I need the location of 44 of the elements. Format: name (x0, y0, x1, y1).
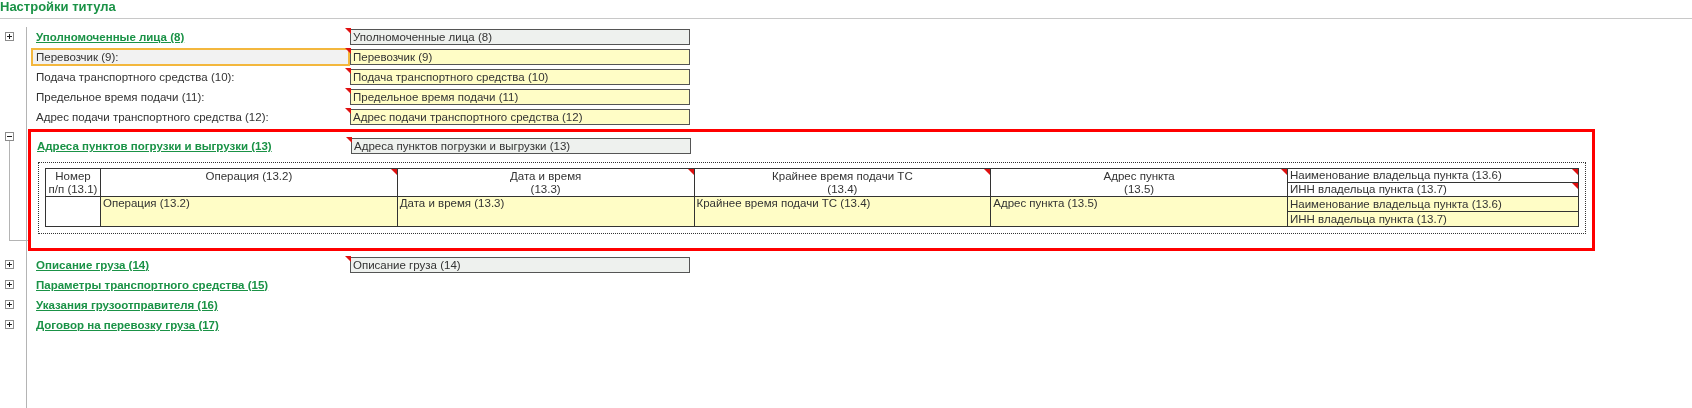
corner-mark-icon (687, 169, 694, 175)
corner-mark-icon (984, 169, 991, 175)
column-header: Номер п/п (13.1) (45, 168, 101, 197)
field-label[interactable]: Адрес подачи транспортного средства (12): (33, 108, 350, 126)
group-link[interactable]: Описание груза (14) (36, 259, 149, 271)
column-header: Адрес пункта (13.5) (990, 168, 1288, 197)
page-title: Настройки титула (0, 0, 1692, 19)
expander-icon[interactable] (5, 260, 14, 269)
expander-icon[interactable] (5, 32, 14, 41)
column-header: Крайнее время подачи ТС (13.4) (694, 168, 991, 197)
table-cell[interactable]: Наименование владельца пункта (13.6) (1288, 197, 1578, 211)
expander-icon[interactable] (5, 300, 14, 309)
group-link[interactable]: Адреса пунктов погрузки и выгрузки (13) (37, 140, 272, 152)
expander-icon[interactable] (5, 132, 14, 141)
column-header: ИНН владельца пункта (13.7) (1288, 182, 1578, 196)
field-value[interactable]: Адрес подачи транспортного средства (12) (350, 109, 690, 125)
table-cell[interactable]: Операция (13.2) (100, 196, 398, 227)
table-cell[interactable]: Дата и время (13.3) (397, 196, 694, 227)
table-cell[interactable]: Крайнее время подачи ТС (13.4) (694, 196, 991, 227)
corner-mark-icon (1281, 169, 1287, 175)
group-value[interactable]: Описание груза (14) (350, 257, 690, 273)
group-value[interactable]: Адреса пунктов погрузки и выгрузки (13) (351, 138, 691, 154)
field-value[interactable]: Подача транспортного средства (10) (350, 69, 690, 85)
field-label[interactable]: Перевозчик (9): (31, 48, 350, 66)
table-cell[interactable]: Адрес пункта (13.5) (990, 196, 1288, 227)
expander-icon[interactable] (5, 280, 14, 289)
field-label[interactable]: Подача транспортного средства (10): (33, 68, 350, 86)
table-cell (45, 196, 101, 227)
group-link[interactable]: Договор на перевозку груза (17) (36, 319, 219, 331)
table-cell[interactable]: ИНН владельца пункта (13.7) (1288, 211, 1578, 226)
column-header: Дата и время (13.3) (397, 168, 694, 197)
column-header: Операция (13.2) (100, 168, 398, 197)
corner-mark-icon (1572, 169, 1578, 175)
expander-icon[interactable] (5, 320, 14, 329)
corner-mark-icon (390, 169, 397, 175)
group-link[interactable]: Указания грузоотправителя (16) (36, 299, 218, 311)
field-label[interactable]: Предельное время подачи (11): (33, 88, 350, 106)
column-header: Наименование владельца пункта (13.6) (1288, 169, 1578, 182)
group-link[interactable]: Уполномоченные лица (8) (36, 31, 185, 43)
field-value[interactable]: Предельное время подачи (11) (350, 89, 690, 105)
corner-mark-icon (1572, 183, 1578, 189)
group-value[interactable]: Уполномоченные лица (8) (350, 29, 690, 45)
group-link[interactable]: Параметры транспортного средства (15) (36, 279, 269, 291)
field-value[interactable]: Перевозчик (9) (350, 49, 690, 65)
